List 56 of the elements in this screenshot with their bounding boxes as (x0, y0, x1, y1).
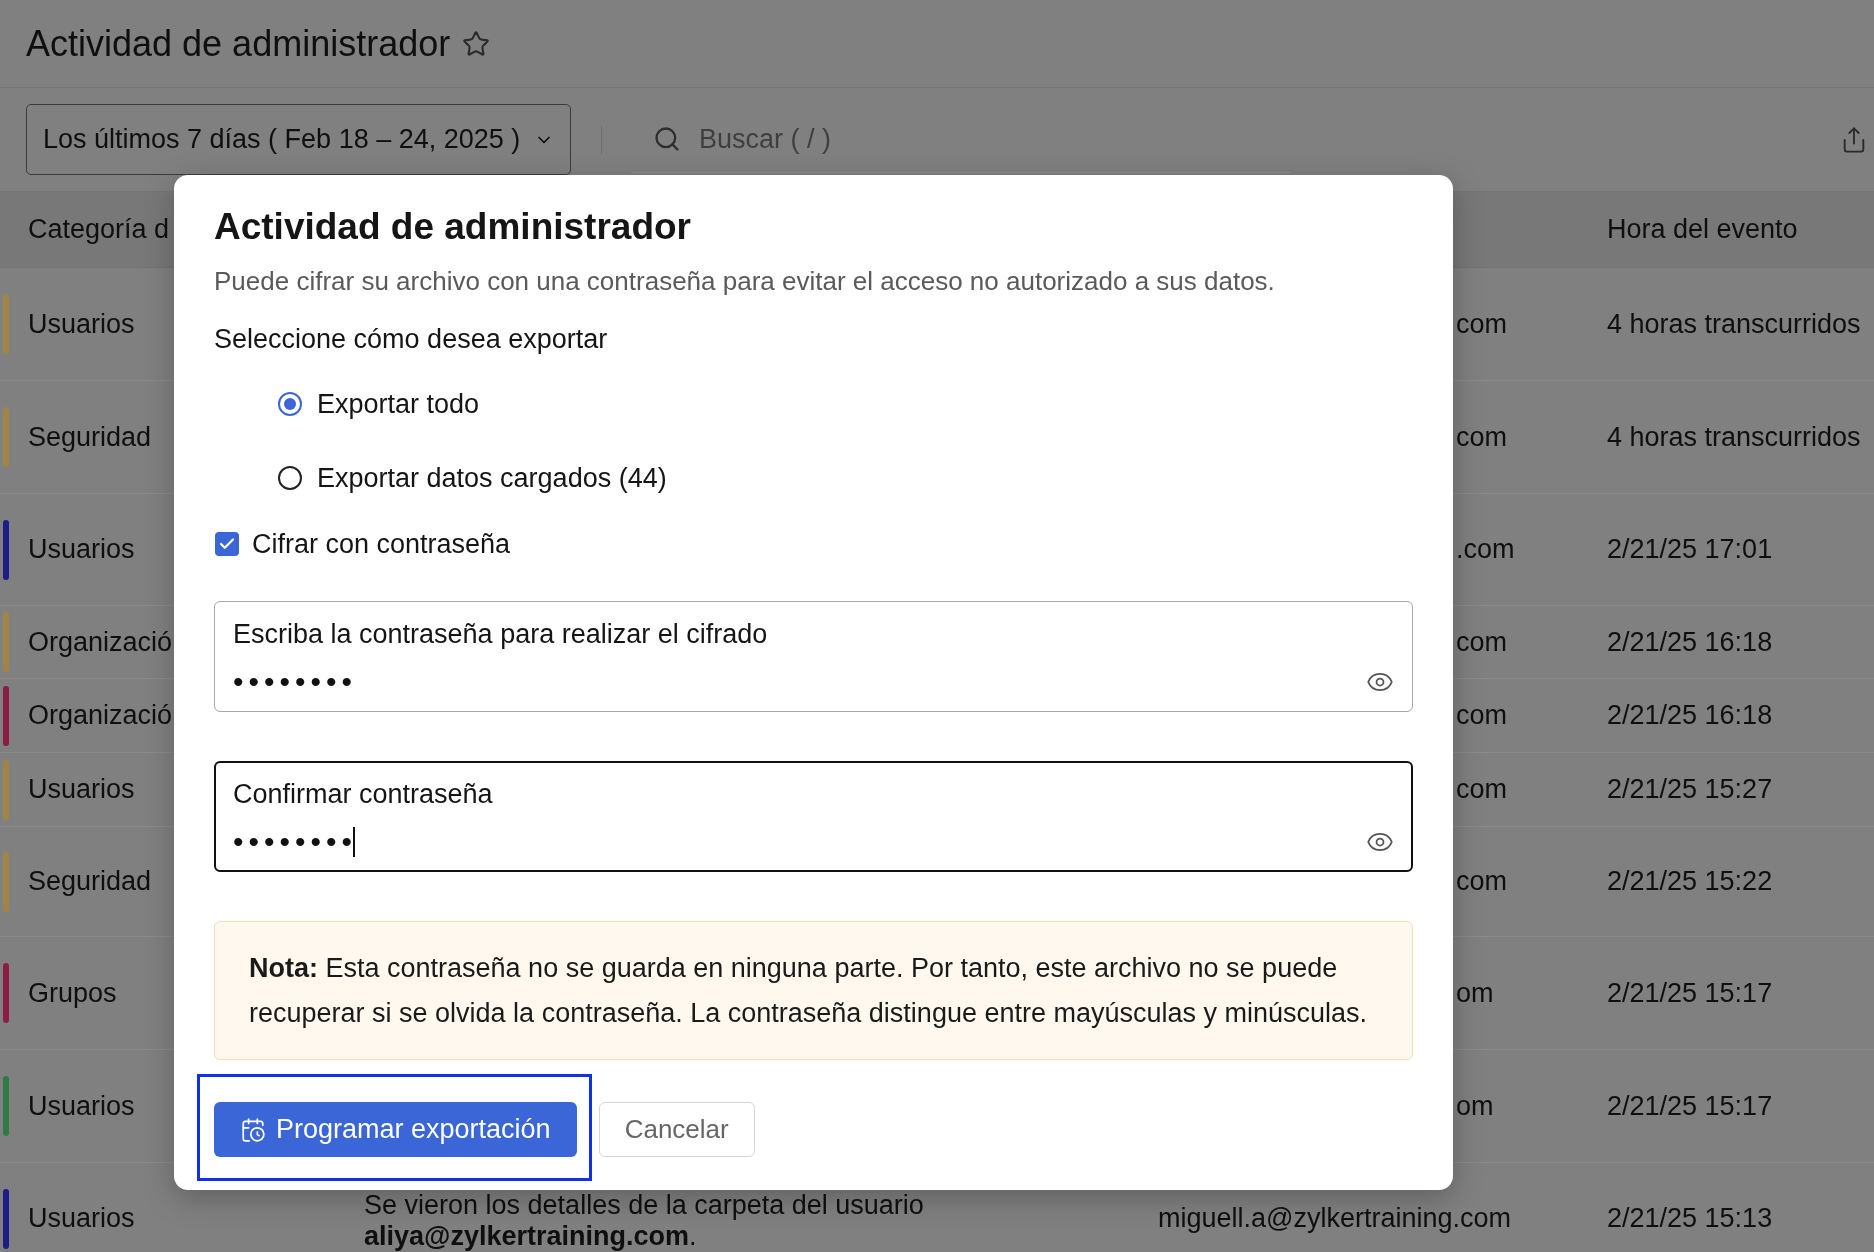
table-cell-text: 2/21/25 15:17 (1607, 1089, 1773, 1123)
dialog-title: Actividad de administrador (214, 205, 692, 249)
password-field[interactable]: Confirmar contraseña •••••••• (214, 761, 1413, 872)
table-cell-text: 2/21/25 15:13 (1607, 1202, 1773, 1236)
table-cell-text: 2/21/25 16:18 (1607, 699, 1773, 733)
star-icon[interactable] (462, 29, 491, 58)
password-field[interactable]: Escriba la contraseña para realizar el cifrado •••••••• (214, 601, 1413, 712)
column-header: Hora del evento (1607, 213, 1798, 247)
table-cell-text: com (1456, 699, 1507, 733)
field-label: Escriba la contraseña para realizar el cifrado (233, 618, 769, 650)
checkbox[interactable] (215, 532, 239, 556)
table-cell-text: com (1456, 420, 1507, 454)
table-cell-text: Organizació (28, 699, 173, 733)
checkbox-label: Cifrar con contraseña (252, 527, 511, 561)
radio-label: Exportar datos cargados (44) (317, 461, 667, 495)
table-cell-text: 2/21/25 16:18 (1607, 625, 1773, 659)
table-cell-text: .com (1456, 533, 1515, 567)
radio-button[interactable] (278, 466, 302, 490)
table-cell-text: 4 horas transcurridos (1607, 307, 1861, 341)
table-cell-text: Usuarios (28, 773, 135, 807)
table-cell-text: Se vieron los detalles de la carpeta del usuario aliya@zylkertraining.com. (364, 1190, 925, 1252)
table-cell-text: om (1456, 976, 1494, 1010)
cancel-button[interactable]: Cancelar (598, 1102, 755, 1157)
schedule-export-button[interactable]: Programar exportación (214, 1102, 577, 1157)
table-cell-text: 2/21/25 15:27 (1607, 773, 1773, 807)
table-cell-text: Organizació (28, 625, 173, 659)
table-cell-text: com (1456, 307, 1507, 341)
table-cell-text: om (1456, 1089, 1494, 1123)
table-cell-text: Usuarios (28, 1202, 135, 1236)
date-range-dropdown[interactable]: Los últimos 7 días ( Feb 18 – 24, 2025 ) (26, 104, 571, 175)
field-label: Confirmar contraseña (233, 778, 494, 810)
calendar-clock-icon (240, 1116, 266, 1143)
table-cell-text: Usuarios (28, 1089, 135, 1123)
table-cell-text: Usuarios (28, 533, 135, 567)
table-cell-text: com (1456, 773, 1507, 807)
table-cell-text: 2/21/25 15:22 (1607, 865, 1773, 899)
table-cell-text: 4 horas transcurridos (1607, 420, 1861, 454)
table-cell-text: 2/21/25 17:01 (1607, 533, 1773, 567)
table-cell-text: Seguridad (28, 865, 152, 899)
text-cursor-icon (353, 827, 356, 857)
table-cell-text: com (1456, 865, 1507, 899)
table-cell-text: 2/21/25 15:17 (1607, 976, 1773, 1010)
section-label: Seleccione cómo desea exportar (214, 323, 609, 355)
table-cell-text: com (1456, 625, 1507, 659)
table-cell-text: Seguridad (28, 420, 152, 454)
radio-label: Exportar todo (317, 387, 480, 421)
dialog-description: Puede cifrar su archivo con una contraseña para evitar el acceso no autorizado a sus datos. (214, 265, 1276, 297)
note-text: Nota: Esta contraseña no se guarda en ninguna parte. Por tanto, este archivo no se puede recuperar si se olvida la contraseña. La contraseña distingue entre mayúsculas y minúsculas. (249, 952, 1369, 1030)
page-title: Actividad de administrador (26, 22, 451, 65)
table-cell-text: Usuarios (28, 307, 135, 341)
table-cell-text: Grupos (28, 976, 117, 1010)
column-header: Categoría d (28, 213, 170, 247)
table-cell-text: miguell.a@zylkertraining.com (1158, 1202, 1512, 1236)
search-field[interactable]: Buscar ( / ) (699, 119, 1259, 159)
search-icon (653, 125, 681, 153)
radio-button[interactable] (278, 392, 302, 416)
